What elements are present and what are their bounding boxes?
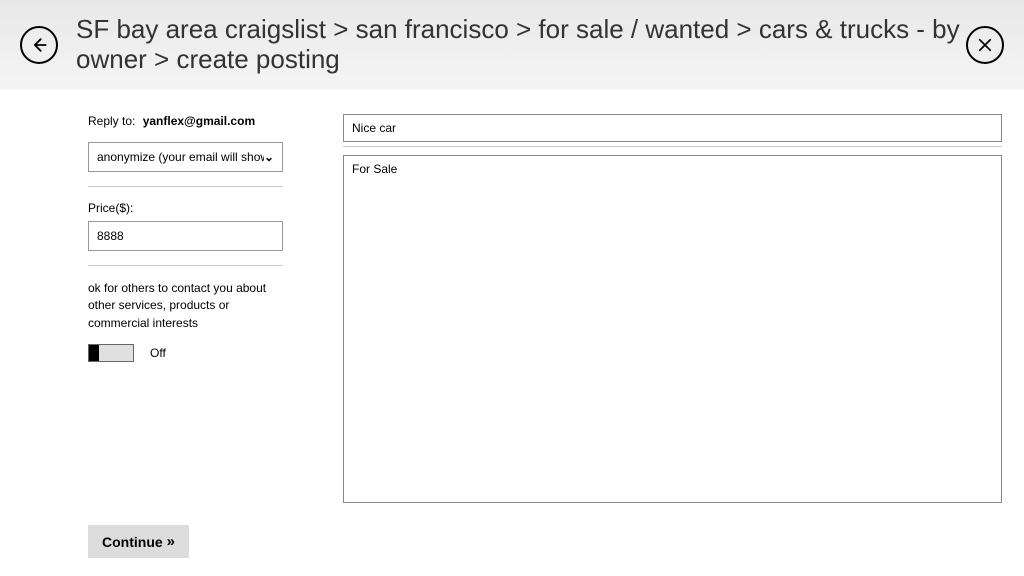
back-button[interactable]	[20, 26, 58, 64]
anonymize-selected-text: anonymize (your email will show	[97, 150, 264, 164]
reply-to-email: yanflex@gmail.com	[143, 114, 255, 128]
contact-toggle[interactable]	[88, 344, 134, 362]
toggle-knob	[89, 345, 99, 361]
close-button[interactable]	[966, 26, 1004, 64]
back-arrow-icon	[29, 35, 49, 55]
double-chevron-right-icon: »	[167, 533, 175, 550]
price-label: Price($):	[88, 201, 283, 215]
left-column: Reply to: yanflex@gmail.com anonymize (y…	[88, 114, 283, 508]
divider	[88, 186, 283, 187]
anonymize-select[interactable]: anonymize (your email will show ⌄	[88, 142, 283, 172]
right-column: For Sale	[343, 114, 1004, 508]
contact-ok-text: ok for others to contact you about other…	[88, 280, 283, 332]
toggle-state-label: Off	[150, 346, 166, 360]
chevron-down-icon: ⌄	[264, 150, 274, 164]
contact-toggle-row: Off	[88, 344, 283, 362]
divider	[88, 265, 283, 266]
price-input[interactable]	[88, 221, 283, 251]
continue-button[interactable]: Continue »	[88, 525, 189, 558]
continue-label: Continue	[102, 534, 163, 550]
divider	[343, 146, 1002, 147]
content-area: Reply to: yanflex@gmail.com anonymize (y…	[0, 90, 1024, 508]
posting-description-textarea[interactable]: For Sale	[343, 155, 1002, 503]
reply-to-label: Reply to:	[88, 114, 135, 128]
reply-to-row: Reply to: yanflex@gmail.com	[88, 114, 283, 128]
close-icon	[976, 36, 994, 54]
header-bar: SF bay area craigslist > san francisco >…	[0, 0, 1024, 90]
breadcrumb: SF bay area craigslist > san francisco >…	[76, 15, 966, 75]
posting-title-input[interactable]	[343, 114, 1002, 142]
